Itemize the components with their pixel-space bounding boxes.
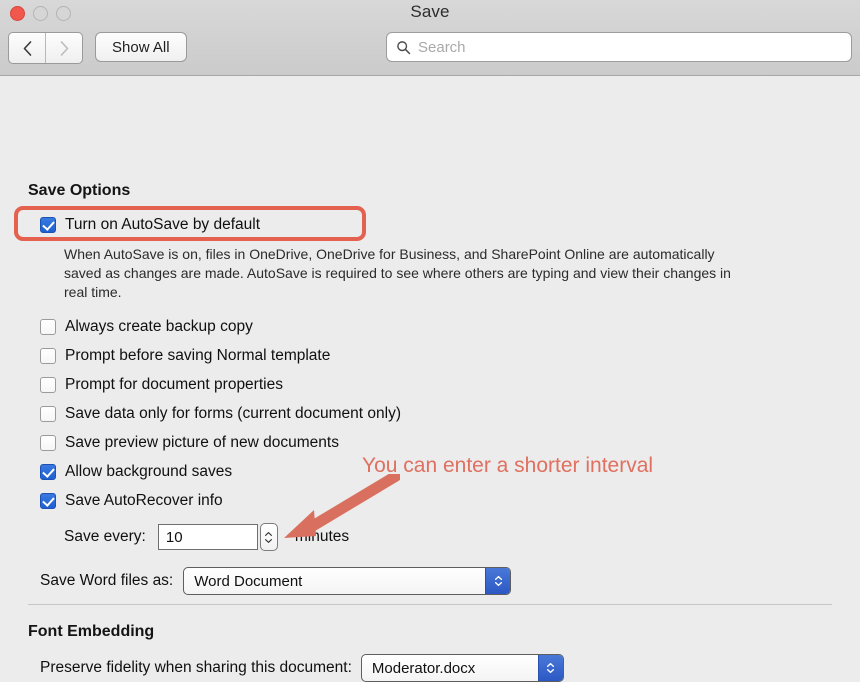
save-every-label: Save every: [64, 528, 146, 545]
popup-up-icon [494, 576, 502, 580]
preferences-content: Save Options Turn on AutoSave by default… [0, 76, 860, 682]
checkbox-row-save-preview-picture[interactable]: Save preview picture of new documents [40, 434, 339, 452]
checkbox-allow-background-saves[interactable] [40, 464, 56, 480]
preserve-fidelity-value: Moderator.docx [371, 659, 476, 677]
navigation-segmented-control [8, 32, 83, 64]
window-title: Save [410, 2, 450, 21]
popup-up-icon [547, 663, 555, 667]
save-every-row: Save every: 10 minutes [64, 523, 349, 551]
preserve-fidelity-arrow [537, 655, 563, 681]
annotation-text: You can enter a shorter interval [362, 454, 654, 477]
toolbar: Show All Search [0, 30, 860, 70]
checkbox-label-always-create-backup-copy: Always create backup copy [65, 318, 253, 335]
checkbox-save-preview-picture[interactable] [40, 435, 56, 451]
back-button[interactable] [9, 33, 45, 63]
search-icon [397, 40, 411, 54]
save-word-files-as-arrow [485, 568, 511, 594]
checkbox-label-save-preview-picture: Save preview picture of new documents [65, 434, 339, 451]
popup-down-icon [547, 669, 555, 673]
checkbox-turn-on-autosave[interactable] [40, 217, 56, 233]
stepper-up-icon [265, 531, 273, 536]
checkbox-label-save-autorecover-info: Save AutoRecover info [65, 492, 223, 509]
preserve-fidelity-row: Preserve fidelity when sharing this docu… [40, 654, 564, 682]
save-every-stepper[interactable] [259, 523, 278, 551]
stepper-down-icon [265, 538, 273, 543]
chevron-left-icon [23, 40, 31, 56]
section-divider [28, 604, 832, 605]
checkbox-label-prompt-before-saving-normal-template: Prompt before saving Normal template [65, 347, 331, 364]
window-titlebar: Save Show All Search [0, 0, 860, 76]
autosave-description: When AutoSave is on, files in OneDrive, … [64, 246, 731, 300]
checkbox-row-prompt-before-saving-normal-template[interactable]: Prompt before saving Normal template [40, 347, 330, 365]
show-all-button[interactable]: Show All [95, 32, 187, 62]
search-placeholder: Search [418, 38, 466, 56]
preserve-fidelity-select[interactable]: Moderator.docx [360, 654, 564, 682]
checkbox-row-prompt-for-document-properties[interactable]: Prompt for document properties [40, 376, 283, 394]
save-options-heading: Save Options [28, 182, 131, 199]
checkbox-prompt-for-document-properties[interactable] [40, 377, 56, 393]
save-word-files-as-select[interactable]: Word Document [183, 567, 512, 595]
checkbox-prompt-before-saving-normal-template[interactable] [40, 348, 56, 364]
checkbox-always-create-backup-copy[interactable] [40, 319, 56, 335]
font-embedding-heading: Font Embedding [28, 623, 155, 640]
forward-button[interactable] [46, 33, 82, 63]
checkbox-label-save-data-only-for-forms: Save data only for forms (current docume… [65, 405, 401, 422]
checkbox-row-allow-background-saves[interactable]: Allow background saves [40, 463, 232, 481]
checkbox-save-data-only-for-forms[interactable] [40, 406, 56, 422]
popup-down-icon [494, 582, 502, 586]
checkbox-save-autorecover-info[interactable] [40, 493, 56, 509]
chevron-right-icon [60, 40, 68, 56]
checkbox-row-save-data-only-for-forms[interactable]: Save data only for forms (current docume… [40, 405, 401, 423]
save-word-files-as-label: Save Word files as: [40, 572, 174, 589]
checkbox-row-save-autorecover-info[interactable]: Save AutoRecover info [40, 492, 223, 510]
preserve-fidelity-label: Preserve fidelity when sharing this docu… [40, 659, 352, 676]
search-field[interactable]: Search [386, 32, 852, 62]
save-word-files-as-value: Word Document [194, 572, 303, 590]
save-every-input[interactable]: 10 [157, 524, 258, 550]
checkbox-row-always-create-backup-copy[interactable]: Always create backup copy [40, 318, 253, 336]
save-every-unit-label: minutes [294, 528, 350, 545]
save-word-files-as-row: Save Word files as: Word Document [40, 567, 512, 595]
checkbox-label-prompt-for-document-properties: Prompt for document properties [65, 376, 283, 393]
checkbox-row-turn-on-autosave[interactable]: Turn on AutoSave by default [40, 216, 260, 234]
checkbox-label-allow-background-saves: Allow background saves [65, 463, 233, 480]
checkbox-label-turn-on-autosave: Turn on AutoSave by default [65, 216, 261, 233]
